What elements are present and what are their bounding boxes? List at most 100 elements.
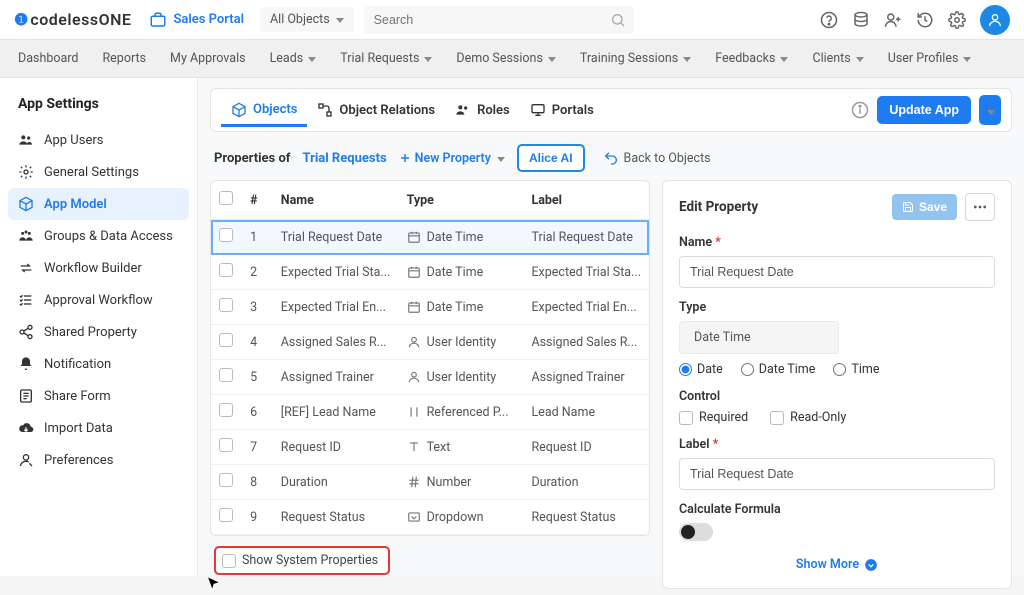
nav-leads[interactable]: Leads bbox=[270, 51, 317, 66]
col-name[interactable]: Name bbox=[273, 181, 399, 220]
tab-portals[interactable]: Portals bbox=[520, 94, 604, 126]
sidebar-item-groups[interactable]: Groups & Data Access bbox=[8, 220, 189, 252]
field-type: Type Date Time Date Date Time Time bbox=[679, 300, 995, 377]
nav-my-approvals[interactable]: My Approvals bbox=[170, 51, 246, 66]
avatar[interactable] bbox=[980, 5, 1010, 35]
radio-label: Date bbox=[697, 362, 723, 377]
brand-logo[interactable]: ❶ codelessONE bbox=[14, 10, 131, 29]
table-row[interactable]: 9Request StatusDropdownRequest Status bbox=[211, 500, 649, 535]
row-checkbox[interactable] bbox=[219, 368, 233, 382]
properties-table-card: # Name Type Label 1Trial Request DateDat… bbox=[210, 180, 650, 536]
select-all-checkbox[interactable] bbox=[219, 191, 233, 205]
nav-clients[interactable]: Clients bbox=[812, 51, 863, 66]
row-checkbox[interactable] bbox=[219, 473, 233, 487]
sidebar-item-app-users[interactable]: App Users bbox=[8, 124, 189, 156]
alice-ai-button[interactable]: Alice AI bbox=[517, 144, 585, 172]
new-property-button[interactable]: New Property bbox=[399, 151, 505, 166]
radio-datetime[interactable]: Date Time bbox=[741, 362, 816, 377]
sidebar-item-workflow-builder[interactable]: Workflow Builder bbox=[8, 252, 189, 284]
update-app-dropdown[interactable] bbox=[979, 95, 1001, 125]
entity-name[interactable]: Trial Requests bbox=[302, 151, 386, 166]
table-region: # Name Type Label 1Trial Request DateDat… bbox=[210, 180, 650, 589]
table-row[interactable]: 5Assigned TrainerUser IdentityAssigned T… bbox=[211, 360, 649, 395]
name-input[interactable] bbox=[679, 256, 995, 288]
nav-demo-sessions-label: Demo Sessions bbox=[456, 51, 543, 66]
control-label: Control bbox=[679, 389, 995, 404]
table-row[interactable]: 4Assigned Sales R...User IdentityAssigne… bbox=[211, 325, 649, 360]
sidebar-item-shared-property[interactable]: Shared Property bbox=[8, 316, 189, 348]
portal-selector[interactable]: Sales Portal bbox=[149, 11, 244, 29]
tab-roles[interactable]: Roles bbox=[445, 94, 520, 126]
tab-object-relations[interactable]: Object Relations bbox=[307, 94, 445, 126]
checklist-icon bbox=[18, 292, 34, 308]
table-row[interactable]: 1Trial Request DateDate TimeTrial Reques… bbox=[211, 220, 649, 255]
properties-subbar: Properties of Trial Requests New Propert… bbox=[214, 144, 1008, 172]
nav-training-sessions[interactable]: Training Sessions bbox=[580, 51, 691, 66]
show-more-button[interactable]: Show More bbox=[679, 557, 995, 572]
readonly-checkbox[interactable]: Read-Only bbox=[770, 410, 846, 425]
all-objects-dropdown[interactable]: All Objects bbox=[260, 7, 354, 32]
topbar-right bbox=[820, 5, 1010, 35]
row-checkbox[interactable] bbox=[219, 508, 233, 522]
table-row[interactable]: 7Request IDTextRequest ID bbox=[211, 430, 649, 465]
row-type: Date Time bbox=[407, 300, 516, 315]
sidebar-item-share-form[interactable]: Share Form bbox=[8, 380, 189, 412]
sidebar-item-import-data[interactable]: Import Data bbox=[8, 412, 189, 444]
row-checkbox[interactable] bbox=[219, 403, 233, 417]
database-icon[interactable] bbox=[852, 11, 870, 29]
field-name: Name * bbox=[679, 235, 995, 288]
gear-icon[interactable] bbox=[948, 11, 966, 29]
sidebar-item-label: Workflow Builder bbox=[44, 261, 142, 276]
table-row[interactable]: 2Expected Trial Sta...Date TimeExpected … bbox=[211, 255, 649, 290]
sidebar-item-preferences[interactable]: Preferences bbox=[8, 444, 189, 476]
chevron-down-icon bbox=[778, 51, 788, 66]
nav-dashboard[interactable]: Dashboard bbox=[18, 51, 78, 66]
tab-objects[interactable]: Objects bbox=[221, 94, 307, 127]
row-name: Request Status bbox=[273, 500, 399, 535]
row-checkbox[interactable] bbox=[219, 438, 233, 452]
nav-user-profiles[interactable]: User Profiles bbox=[888, 51, 972, 66]
help-icon[interactable] bbox=[820, 11, 838, 29]
info-icon[interactable] bbox=[851, 101, 869, 119]
sidebar-item-general-settings[interactable]: General Settings bbox=[8, 156, 189, 188]
row-checkbox[interactable] bbox=[219, 298, 233, 312]
chevron-down-icon bbox=[495, 151, 505, 166]
nav-trial-requests[interactable]: Trial Requests bbox=[340, 51, 432, 66]
nav-reports[interactable]: Reports bbox=[102, 51, 146, 66]
row-checkbox[interactable] bbox=[219, 263, 233, 277]
more-actions-button[interactable] bbox=[965, 193, 995, 221]
update-app-button[interactable]: Update App bbox=[877, 96, 971, 124]
label-input[interactable] bbox=[679, 458, 995, 490]
back-label: Back to Objects bbox=[624, 151, 711, 166]
row-checkbox[interactable] bbox=[219, 333, 233, 347]
save-button[interactable]: Save bbox=[892, 194, 957, 220]
nav-feedbacks[interactable]: Feedbacks bbox=[715, 51, 788, 66]
col-num[interactable]: # bbox=[242, 181, 273, 220]
table-row[interactable]: 8DurationNumberDuration bbox=[211, 465, 649, 500]
sidebar-item-label: App Users bbox=[44, 133, 103, 148]
col-type[interactable]: Type bbox=[399, 181, 524, 220]
row-checkbox[interactable] bbox=[219, 228, 233, 242]
required-checkbox[interactable]: Required bbox=[679, 410, 748, 425]
chevron-down-icon bbox=[306, 51, 316, 66]
radio-date[interactable]: Date bbox=[679, 362, 723, 377]
history-icon[interactable] bbox=[916, 11, 934, 29]
nav-leads-label: Leads bbox=[270, 51, 304, 66]
calc-toggle[interactable] bbox=[679, 523, 713, 541]
add-user-icon[interactable] bbox=[884, 11, 902, 29]
sidebar-item-approval-workflow[interactable]: Approval Workflow bbox=[8, 284, 189, 316]
global-search-input[interactable] bbox=[364, 6, 634, 34]
radio-time[interactable]: Time bbox=[833, 362, 879, 377]
col-label[interactable]: Label bbox=[523, 181, 649, 220]
sidebar-item-app-model[interactable]: App Model bbox=[8, 188, 189, 220]
share-icon bbox=[18, 324, 34, 340]
sidebar-item-notification[interactable]: Notification bbox=[8, 348, 189, 380]
back-to-objects-button[interactable]: Back to Objects bbox=[603, 150, 711, 166]
row-name: Assigned Trainer bbox=[273, 360, 399, 395]
nav-demo-sessions[interactable]: Demo Sessions bbox=[456, 51, 556, 66]
table-row[interactable]: 6[REF] Lead NameReferenced P...Lead Name bbox=[211, 395, 649, 430]
table-row[interactable]: 3Expected Trial En...Date TimeExpected T… bbox=[211, 290, 649, 325]
show-system-properties-checkbox[interactable]: Show System Properties bbox=[214, 546, 390, 575]
portal-label: Sales Portal bbox=[173, 12, 244, 27]
field-calc: Calculate Formula bbox=[679, 502, 995, 541]
